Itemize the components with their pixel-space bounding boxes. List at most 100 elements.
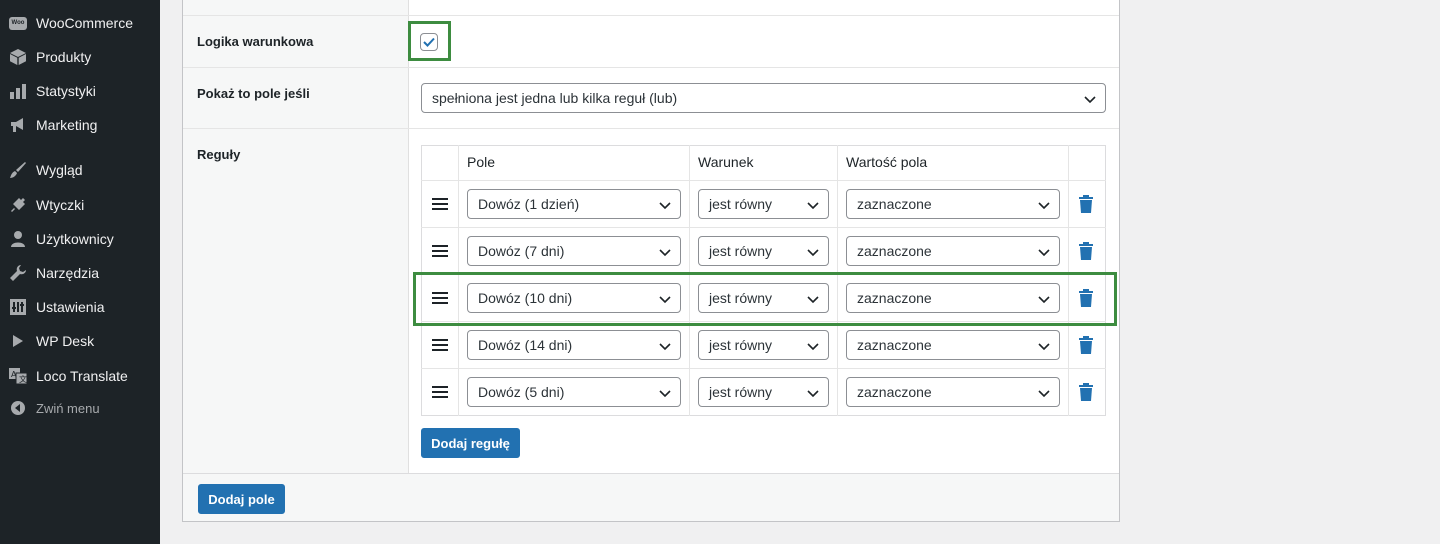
- sidebar-item-label: WooCommerce: [36, 15, 133, 31]
- user-icon: [8, 229, 28, 249]
- row-divider: [183, 128, 1119, 129]
- trash-icon[interactable]: [1078, 195, 1094, 213]
- megaphone-icon: [8, 115, 28, 135]
- conditional-logic-label: Logika warunkowa: [197, 34, 314, 49]
- panel-footer: [183, 473, 1119, 521]
- row-divider: [183, 15, 1119, 16]
- admin-sidebar: Woo WooCommerce Produkty Statystyki Mark…: [0, 0, 160, 544]
- sidebar-item-label: Produkty: [36, 49, 92, 65]
- svg-text:A: A: [11, 370, 17, 379]
- rule-field-select[interactable]: Dowóz (1 dzień): [467, 189, 681, 219]
- rule-field-select[interactable]: Dowóz (5 dni): [467, 377, 681, 407]
- box-icon: [8, 47, 28, 67]
- sidebar-item-label: Ustawienia: [36, 299, 105, 315]
- translate-icon: A文: [8, 366, 28, 386]
- rule-field-select[interactable]: Dowóz (7 dni): [467, 236, 681, 266]
- add-rule-button[interactable]: Dodaj regułę: [421, 428, 520, 458]
- chevron-down-icon: [659, 343, 671, 351]
- column-header-condition: Warunek: [698, 154, 754, 170]
- drag-handle-icon[interactable]: [432, 245, 448, 257]
- chevron-down-icon: [1038, 343, 1050, 351]
- trash-icon[interactable]: [1078, 383, 1094, 401]
- rule-value-select[interactable]: zaznaczone: [846, 377, 1060, 407]
- sidebar-item-marketing[interactable]: Marketing: [0, 108, 160, 142]
- woocommerce-icon: Woo: [8, 13, 28, 33]
- sidebar-item-label: Użytkownicy: [36, 231, 114, 247]
- sidebar-item-wp-desk[interactable]: WP Desk: [0, 324, 160, 358]
- rule-field-value: Dowóz (7 dni): [478, 243, 565, 259]
- column-header-value: Wartość pola: [846, 154, 928, 170]
- chevron-down-icon: [807, 249, 819, 257]
- rule-condition-select[interactable]: jest równy: [698, 189, 829, 219]
- chevron-down-icon: [1038, 390, 1050, 398]
- sidebar-item-label: Wtyczki: [36, 197, 85, 213]
- rule-condition-select[interactable]: jest równy: [698, 330, 829, 360]
- row-highlight-frame: [413, 272, 1117, 326]
- drag-handle-icon[interactable]: [432, 198, 448, 210]
- rule-value-value: zaznaczone: [857, 243, 932, 259]
- row-divider: [421, 180, 1106, 181]
- play-icon: [8, 331, 28, 351]
- sidebar-item-wtyczki[interactable]: Wtyczki: [0, 188, 160, 222]
- chevron-down-icon: [1038, 249, 1050, 257]
- chevron-down-icon: [659, 202, 671, 210]
- plug-icon: [8, 195, 28, 215]
- drag-handle-icon[interactable]: [432, 339, 448, 351]
- bar-chart-icon: [8, 81, 28, 101]
- rule-field-select[interactable]: Dowóz (14 dni): [467, 330, 681, 360]
- rule-value-value: zaznaczone: [857, 384, 932, 400]
- drag-handle-icon[interactable]: [432, 386, 448, 398]
- sidebar-collapse-menu[interactable]: Zwiń menu: [0, 391, 160, 425]
- trash-icon[interactable]: [1078, 336, 1094, 354]
- sidebar-collapse-label: Zwiń menu: [36, 400, 100, 416]
- rule-value-value: zaznaczone: [857, 337, 932, 353]
- collapse-arrow-icon: [8, 398, 28, 418]
- chevron-down-icon: [807, 343, 819, 351]
- rule-condition-select[interactable]: jest równy: [698, 236, 829, 266]
- row-divider: [421, 227, 1106, 228]
- rule-value-select[interactable]: zaznaczone: [846, 236, 1060, 266]
- chevron-down-icon: [807, 202, 819, 210]
- sidebar-item-ustawienia[interactable]: Ustawienia: [0, 290, 160, 324]
- sidebar-item-produkty[interactable]: Produkty: [0, 40, 160, 74]
- conditional-logic-checkbox[interactable]: [420, 33, 438, 51]
- row-divider: [183, 67, 1119, 68]
- rule-condition-select[interactable]: jest równy: [698, 377, 829, 407]
- show-if-selected-value: spełniona jest jedna lub kilka reguł (lu…: [432, 90, 678, 106]
- add-field-button[interactable]: Dodaj pole: [198, 484, 285, 514]
- rule-condition-value: jest równy: [709, 337, 773, 353]
- sidebar-item-label: Narzędzia: [36, 265, 100, 281]
- trash-icon[interactable]: [1078, 242, 1094, 260]
- paintbrush-icon: [8, 160, 28, 180]
- column-header-field: Pole: [467, 154, 496, 170]
- settings-sliders-icon: [8, 297, 28, 317]
- checkmark-icon: [423, 37, 435, 47]
- sidebar-item-wyglad[interactable]: Wygląd: [0, 153, 160, 187]
- rule-value-select[interactable]: zaznaczone: [846, 189, 1060, 219]
- sidebar-item-label: WP Desk: [36, 333, 95, 349]
- rule-value-value: zaznaczone: [857, 196, 932, 212]
- show-if-label: Pokaż to pole jeśli: [197, 86, 310, 101]
- sidebar-item-label: Loco Translate: [36, 368, 128, 384]
- sidebar-item-label: Marketing: [36, 117, 98, 133]
- sidebar-item-woocommerce[interactable]: Woo WooCommerce: [0, 6, 160, 40]
- rule-condition-value: jest równy: [709, 243, 773, 259]
- sidebar-item-uzytkownicy[interactable]: Użytkownicy: [0, 222, 160, 256]
- rule-condition-value: jest równy: [709, 384, 773, 400]
- label-column: [183, 0, 409, 473]
- chevron-down-icon: [659, 249, 671, 257]
- sidebar-item-narzedzia[interactable]: Narzędzia: [0, 256, 160, 290]
- sidebar-item-loco-translate[interactable]: A文 Loco Translate: [0, 359, 160, 393]
- rule-field-value: Dowóz (14 dni): [478, 337, 573, 353]
- rules-label: Reguły: [197, 147, 241, 162]
- chevron-down-icon: [807, 390, 819, 398]
- rule-value-select[interactable]: zaznaczone: [846, 330, 1060, 360]
- show-if-select[interactable]: spełniona jest jedna lub kilka reguł (lu…: [421, 83, 1106, 113]
- rule-field-value: Dowóz (1 dzień): [478, 196, 580, 212]
- sidebar-item-label: Wygląd: [36, 162, 83, 178]
- sidebar-item-label: Statystyki: [36, 83, 96, 99]
- chevron-down-icon: [659, 390, 671, 398]
- rule-field-value: Dowóz (5 dni): [478, 384, 565, 400]
- chevron-down-icon: [1084, 96, 1096, 104]
- sidebar-item-statystyki[interactable]: Statystyki: [0, 74, 160, 108]
